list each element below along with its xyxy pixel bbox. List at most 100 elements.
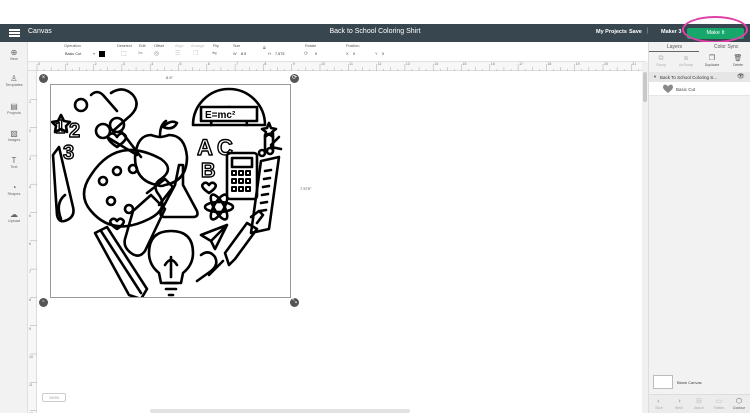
operation-select[interactable]: Basic Cut <box>65 52 81 56</box>
plus-icon: ⊕ <box>10 48 18 57</box>
contour-button[interactable]: ⬡ Contour <box>729 398 749 410</box>
sidebar-item-new[interactable]: ⊕ New <box>0 48 28 61</box>
slice-icon: ◐ <box>656 398 662 405</box>
ruler-tick-label: 7 <box>236 62 239 66</box>
lock-icon[interactable]: 🔒︎ <box>263 45 266 51</box>
ruler-tick-label: 13 <box>405 62 410 66</box>
weld-label: Weld <box>675 406 683 410</box>
scroll-thumb[interactable] <box>643 72 647 102</box>
tab-layers[interactable]: Layers <box>667 44 682 50</box>
menu-icon[interactable] <box>9 29 20 37</box>
ruler-tick-label: 0 <box>38 62 40 66</box>
left-sidebar: ⊕ New ♙ Templates ▤ Projects ▧ Images T … <box>0 42 28 413</box>
ruler-tick-label: 4 <box>151 62 154 66</box>
bottom-actions-bar: ◐ Slice ◑ Weld ⊟ Attach ▭ Flatten ⬡ Cont… <box>649 394 750 413</box>
ruler-tick-label: 9 <box>29 326 31 331</box>
ruler-tick-label: 5 <box>29 213 31 218</box>
arrange-label: Arrange <box>191 44 205 48</box>
ungroup-button[interactable]: ⧈ UnGroup <box>676 55 696 67</box>
tab-color-sync[interactable]: Color Sync <box>714 44 738 50</box>
attach-button[interactable]: ⊟ Attach <box>689 398 709 410</box>
layer-item-label: Basic Cut <box>676 86 696 92</box>
ruler-tick-label: 2 <box>29 128 31 133</box>
duplicate-button[interactable]: ❐ Duplicate <box>702 55 722 67</box>
delete-handle[interactable]: × <box>39 74 48 83</box>
sidebar-item-shapes[interactable]: ◔ Shapes <box>0 183 28 196</box>
delete-label: Delete <box>732 63 744 67</box>
weld-button[interactable]: ◑ Weld <box>669 398 689 410</box>
blank-canvas-swatch[interactable] <box>653 375 673 389</box>
edit-icon[interactable]: ✂ <box>138 51 143 57</box>
ungroup-icon: ⧈ <box>683 55 689 62</box>
lock-handle[interactable]: ▫ <box>39 298 48 307</box>
resize-handle[interactable]: ⤡ <box>290 298 299 307</box>
sidebar-item-label: Text <box>10 165 18 169</box>
right-panel: Layers Color Sync ⧉ Group ⧈ UnGroup ❐ Du… <box>648 42 750 413</box>
delete-button[interactable]: 🗑︎ Delete <box>728 55 748 67</box>
edit-toolbar: Operation Basic Cut ▾ Deselect ⬚ Edit ✂ … <box>28 42 646 62</box>
collapse-arrow-icon[interactable]: ▼ <box>653 74 657 79</box>
sidebar-item-text[interactable]: T Text <box>0 156 28 169</box>
text-icon: T <box>11 156 17 165</box>
deselect-icon[interactable]: ⬚ <box>121 51 127 57</box>
group-button[interactable]: ⧉ Group <box>651 55 671 67</box>
align-icon[interactable]: ☰ <box>175 51 180 57</box>
sidebar-item-label: Templates <box>5 83 23 87</box>
rotate-input[interactable]: 0 <box>315 52 317 56</box>
ruler-tick-label: 18 <box>547 62 552 66</box>
align-label: Align <box>175 44 184 48</box>
coloring-heart-artwork[interactable]: 1 2 3 E=mc² A C B <box>51 85 290 297</box>
position-y-input[interactable]: 0 <box>382 52 384 56</box>
offset-icon[interactable]: ◎ <box>154 51 159 57</box>
blank-canvas-label: Blank Canvas <box>677 380 702 385</box>
visibility-eye-icon[interactable]: 👁︎ <box>737 73 745 80</box>
ruler-tick-label: 11 <box>349 62 353 66</box>
top-strip <box>0 0 750 24</box>
art-letter-b: B <box>201 160 215 182</box>
ruler-tick-label: 1 <box>66 62 69 66</box>
highlight-circle <box>682 16 748 43</box>
contour-icon: ⬡ <box>735 398 743 405</box>
flatten-label: Flatten <box>713 406 725 410</box>
color-swatch[interactable] <box>99 51 105 57</box>
position-x-input[interactable]: 0 <box>353 52 355 56</box>
sidebar-item-images[interactable]: ▧ Images <box>0 129 28 142</box>
layer-group-row[interactable]: ▼ Back To School Coloring S... 👁︎ <box>649 72 750 82</box>
sidebar-item-label: Projects <box>7 111 21 115</box>
art-letter-a: A <box>197 135 213 160</box>
ruler-tick-label: 2 <box>94 62 97 66</box>
flatten-button[interactable]: ▭ Flatten <box>709 398 729 410</box>
ruler-tick-label: 7 <box>29 270 31 275</box>
layer-item[interactable]: Basic Cut <box>649 82 750 96</box>
arrange-icon[interactable]: ❐ <box>193 51 198 57</box>
rotate-handle[interactable]: ⟳ <box>290 74 299 83</box>
deselect-label: Deselect <box>117 44 132 48</box>
ruler-tick-label: 10 <box>321 62 325 66</box>
save-link[interactable]: Save <box>629 29 642 35</box>
ruler-tick-label: 1 <box>29 100 31 105</box>
projects-icon: ▤ <box>10 102 18 111</box>
sidebar-item-templates[interactable]: ♙ Templates <box>0 74 28 87</box>
width-dimension-label: 8.5" <box>166 75 173 80</box>
flip-icon[interactable]: ⇋ <box>212 51 217 57</box>
zoom-control[interactable]: 100% <box>42 393 66 402</box>
slice-button[interactable]: ◐ Slice <box>649 398 669 410</box>
size-w-label: W <box>233 52 237 56</box>
ruler-tick-label: 15 <box>462 62 467 66</box>
pos-x-label: X <box>346 52 349 56</box>
chevron-down-icon: ▾ <box>93 51 96 56</box>
shapes-icon: ◔ <box>11 183 17 192</box>
trash-icon: 🗑︎ <box>733 55 743 62</box>
size-width-input[interactable]: 8.5 <box>241 52 246 56</box>
sidebar-item-upload[interactable]: ☁ Upload <box>0 210 28 223</box>
operation-label: Operation <box>64 44 81 48</box>
machine-selector[interactable]: Maker 3 <box>661 29 682 35</box>
size-height-input[interactable]: 7.575 <box>275 52 285 56</box>
my-projects-link[interactable]: My Projects <box>596 29 627 35</box>
sidebar-item-label: New <box>10 57 18 61</box>
horizontal-scrollbar[interactable] <box>150 409 410 413</box>
sidebar-item-projects[interactable]: ▤ Projects <box>0 102 28 115</box>
height-dimension-label: 7.575" <box>300 186 312 191</box>
duplicate-icon: ❐ <box>708 55 716 62</box>
app-header: Canvas Back to School Coloring Shirt My … <box>0 24 750 42</box>
